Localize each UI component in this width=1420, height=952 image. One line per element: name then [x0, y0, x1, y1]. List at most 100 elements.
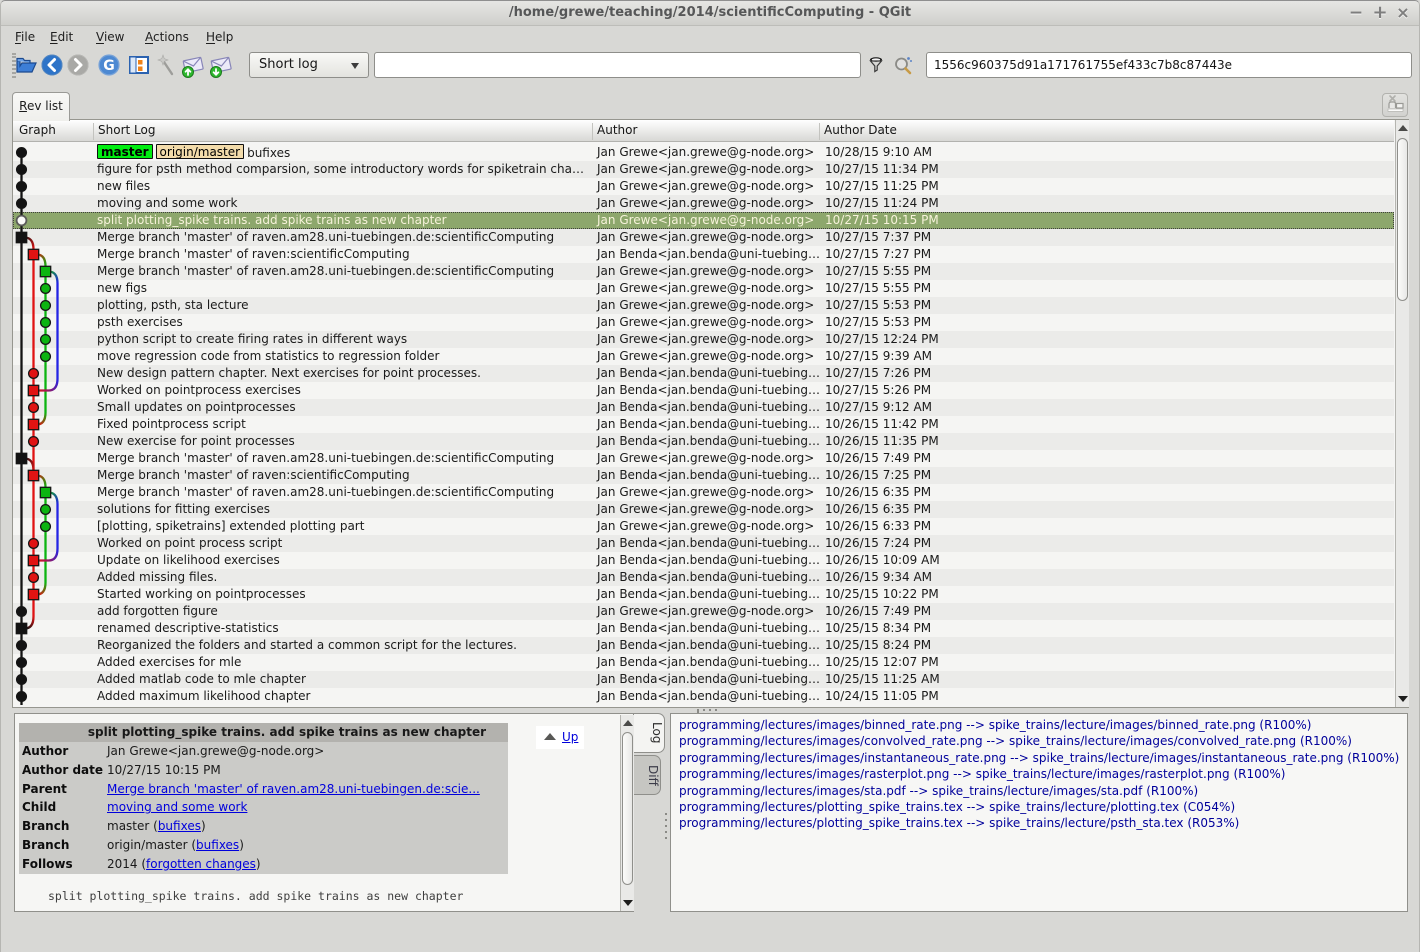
file-list-item[interactable]: programming/lectures/plotting_spike_trai… [679, 815, 1407, 831]
menu-help[interactable]: Help [206, 26, 233, 48]
commit-row[interactable]: [plotting, spiketrains] extended plottin… [13, 518, 1394, 535]
commit-row[interactable]: masterorigin/masterbufixesJan Grewe<jan.… [13, 144, 1394, 161]
commit-node[interactable] [17, 675, 27, 685]
column-divider[interactable] [819, 123, 820, 140]
file-list-item[interactable]: programming/lectures/images/convolved_ra… [679, 733, 1407, 749]
commit-row[interactable]: move regression code from statistics to … [13, 348, 1394, 365]
filter-funnel-icon[interactable] [866, 55, 886, 75]
commit-row[interactable]: Added maximum likelihood chapterJan Bend… [13, 688, 1394, 705]
reload-button[interactable]: G [95, 51, 123, 79]
commit-node[interactable] [29, 437, 39, 447]
commit-row[interactable]: New exercise for point processesJan Bend… [13, 433, 1394, 450]
view-mode-combobox[interactable]: Short log [249, 52, 369, 78]
commit-row[interactable]: new figsJan Grewe<jan.grewe@g-node.org>1… [13, 280, 1394, 297]
commit-node[interactable] [16, 453, 26, 463]
tab-corner-button[interactable] [1382, 93, 1408, 117]
detail-link[interactable]: moving and some work [107, 800, 247, 814]
commit-row[interactable]: renamed descriptive-statisticsJan Benda<… [13, 620, 1394, 637]
vertical-splitter-handle[interactable] [665, 813, 668, 839]
commit-node[interactable] [28, 385, 38, 395]
commit-node[interactable] [29, 573, 39, 583]
commit-row[interactable]: moving and some workJan Grewe<jan.grewe@… [13, 195, 1394, 212]
commit-node[interactable] [29, 539, 39, 549]
commit-row[interactable]: Reorganized the folders and started a co… [13, 637, 1394, 654]
detail-scrollbar[interactable] [620, 715, 634, 911]
commit-node[interactable] [41, 352, 51, 362]
commit-row[interactable]: Added matlab code to mle chapterJan Bend… [13, 671, 1394, 688]
commit-node[interactable] [41, 335, 51, 345]
up-navigation[interactable]: Up [536, 726, 584, 749]
commit-row[interactable]: Merge branch 'master' of raven.am28.uni-… [13, 450, 1394, 467]
file-list-item[interactable]: programming/lectures/plotting_spike_trai… [679, 799, 1407, 815]
commit-node[interactable] [17, 182, 27, 192]
commit-row[interactable]: add forgotten figureJan Grewe<jan.grewe@… [13, 603, 1394, 620]
tab-rev-list[interactable]: Rev list [12, 92, 70, 121]
column-divider[interactable] [592, 123, 593, 140]
menu-actions[interactable]: Actions [145, 26, 189, 48]
commit-node[interactable] [28, 249, 38, 259]
highlight-search-icon[interactable] [892, 54, 914, 76]
commit-row[interactable]: Worked on point process scriptJan Benda<… [13, 535, 1394, 552]
column-divider[interactable] [93, 123, 94, 140]
commit-row[interactable]: Merge branch 'master' of raven.am28.uni-… [13, 229, 1394, 246]
commit-node[interactable] [41, 284, 51, 294]
forward-button[interactable] [64, 51, 92, 79]
save-patch-button[interactable] [178, 51, 206, 79]
commit-row[interactable]: psth exercisesJan Grewe<jan.grewe@g-node… [13, 314, 1394, 331]
sha-input[interactable] [926, 52, 1412, 78]
find-button[interactable] [152, 51, 180, 79]
commit-node[interactable] [17, 216, 27, 226]
commit-row[interactable]: Merge branch 'master' of raven.am28.uni-… [13, 263, 1394, 280]
commit-node[interactable] [16, 232, 26, 242]
detail-link[interactable]: Merge branch 'master' of raven.am28.uni-… [107, 782, 480, 796]
commit-row[interactable]: figure for psth method comparsion, some … [13, 161, 1394, 178]
commit-node[interactable] [17, 641, 27, 651]
commit-node[interactable] [17, 148, 27, 158]
file-list-item[interactable]: programming/lectures/images/instantaneou… [679, 750, 1407, 766]
scrollbar-thumb[interactable] [622, 732, 633, 885]
commit-row[interactable]: Added exercises for mleJan Benda<jan.ben… [13, 654, 1394, 671]
detail-link[interactable]: bufixes [158, 819, 201, 833]
commit-node[interactable] [40, 266, 50, 276]
commit-node[interactable] [28, 419, 38, 429]
file-list-item[interactable]: programming/lectures/images/sta.pdf --> … [679, 783, 1407, 799]
commit-row[interactable]: Started working on pointprocessesJan Ben… [13, 586, 1394, 603]
column-header-short-log[interactable]: Short Log [94, 120, 155, 141]
commit-node[interactable] [28, 470, 38, 480]
horizontal-splitter-handle[interactable] [697, 709, 723, 712]
tab-diff[interactable]: Diff [634, 755, 661, 795]
minimize-button[interactable]: − [1345, 2, 1367, 24]
scroll-down-button[interactable] [1396, 691, 1409, 707]
commit-node[interactable] [16, 623, 26, 633]
commit-node[interactable] [17, 607, 27, 617]
commit-node[interactable] [41, 301, 51, 311]
title-bar[interactable]: /home/grewe/teaching/2014/scientificComp… [0, 0, 1420, 26]
commit-node[interactable] [17, 199, 27, 209]
commit-row[interactable]: New design pattern chapter. Next exercis… [13, 365, 1394, 382]
commit-row[interactable]: Merge branch 'master' of raven:scientifi… [13, 467, 1394, 484]
commit-node[interactable] [29, 369, 39, 379]
back-button[interactable] [38, 51, 66, 79]
scroll-down-button[interactable] [621, 895, 634, 911]
filter-input[interactable] [374, 52, 861, 78]
menu-edit[interactable]: Edit [50, 26, 73, 48]
toggle-tree-view-button[interactable] [125, 51, 153, 79]
commit-node[interactable] [17, 658, 27, 668]
commit-node[interactable] [41, 318, 51, 328]
scrollbar-thumb[interactable] [1397, 138, 1408, 301]
commit-node[interactable] [40, 487, 50, 497]
commit-node[interactable] [28, 555, 38, 565]
maximize-button[interactable]: + [1369, 2, 1391, 24]
commit-node[interactable] [41, 522, 51, 532]
file-list-item[interactable]: programming/lectures/images/rasterplot.p… [679, 766, 1407, 782]
up-link[interactable]: Up [562, 730, 578, 744]
column-header-author-date[interactable]: Author Date [820, 120, 897, 141]
menu-file[interactable]: File [15, 26, 35, 48]
commit-row[interactable]: Added missing files.Jan Benda<jan.benda@… [13, 569, 1394, 586]
commit-row[interactable]: split plotting_spike trains. add spike t… [13, 212, 1394, 229]
commit-row[interactable]: Update on likelihood exercisesJan Benda<… [13, 552, 1394, 569]
column-header-author[interactable]: Author [593, 120, 637, 141]
apply-patch-button[interactable] [206, 51, 234, 79]
commit-row[interactable]: solutions for fitting exercisesJan Grewe… [13, 501, 1394, 518]
close-button[interactable]: × [1392, 2, 1414, 24]
